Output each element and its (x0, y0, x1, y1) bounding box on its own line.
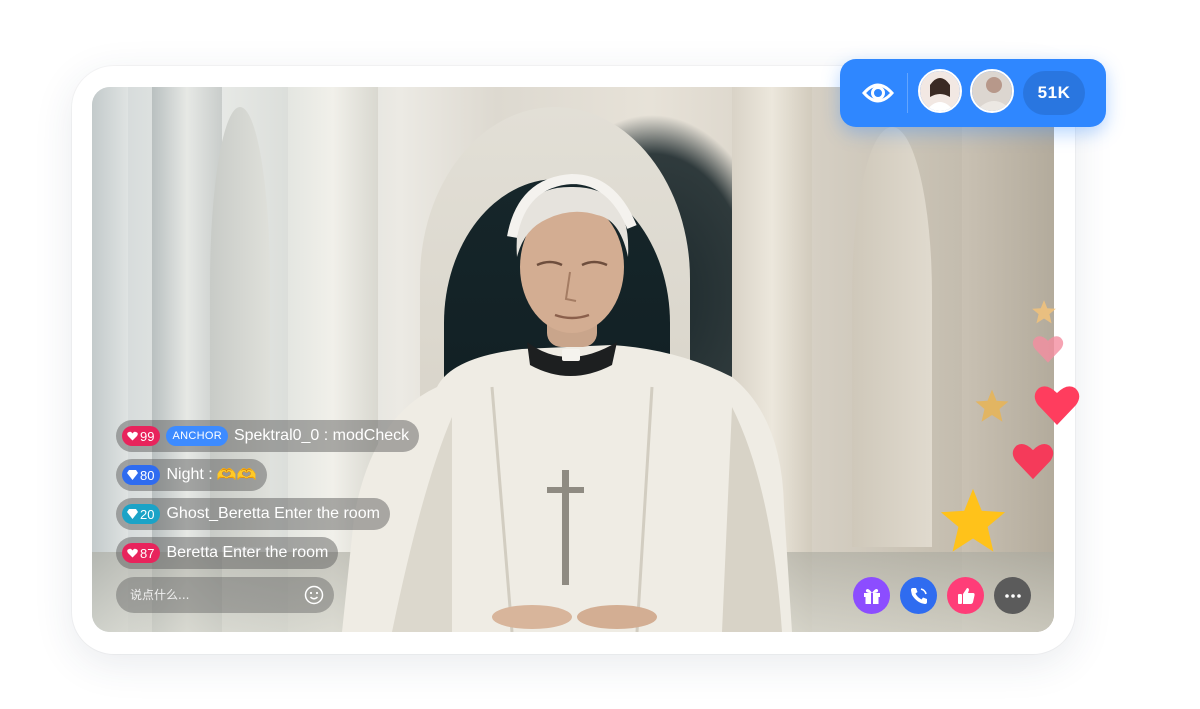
level-badge: 20 (122, 504, 161, 524)
level-value: 80 (140, 467, 155, 483)
level-value: 87 (140, 545, 155, 561)
message-text: Night : (166, 466, 213, 483)
emoji-smile-icon[interactable] (304, 585, 324, 605)
gift-icon (863, 588, 880, 604)
diamond-icon (127, 509, 138, 519)
gift-button[interactable] (853, 577, 890, 614)
diamond-icon (127, 470, 138, 480)
floating-heart-icon (1012, 444, 1054, 480)
call-button[interactable] (900, 577, 937, 614)
chat-message[interactable]: 80 Night : 🫶🫶 (116, 459, 267, 491)
floating-heart-icon (1034, 386, 1080, 425)
comment-input[interactable] (128, 587, 302, 603)
level-value: 20 (140, 506, 155, 522)
heart-icon (127, 548, 138, 558)
heart-icon (127, 431, 138, 441)
phone-call-icon (910, 587, 927, 604)
more-icon (1004, 593, 1021, 598)
thumbs-up-icon (957, 587, 975, 604)
viewer-count-pill[interactable]: 51K (840, 59, 1106, 127)
level-badge: 87 (122, 543, 161, 563)
chat-message[interactable]: 20 Ghost_Beretta Enter the room (116, 498, 390, 530)
pill-divider (907, 73, 908, 113)
anchor-badge: ANCHOR (166, 426, 228, 446)
viewer-avatar[interactable] (918, 69, 962, 113)
viewer-count: 51K (1023, 71, 1085, 115)
message-text: Beretta Enter the room (166, 544, 329, 561)
floating-star-icon (1032, 300, 1056, 324)
message-text: Spektral0_0 : modCheck (233, 427, 410, 444)
floating-star-icon (975, 389, 1009, 422)
more-button[interactable] (994, 577, 1031, 614)
comment-input-box[interactable] (116, 577, 334, 613)
floating-star-icon (940, 488, 1006, 552)
heart-hands-emoji: 🫶🫶 (216, 467, 257, 484)
message-text: Ghost_Beretta Enter the room (166, 505, 380, 522)
eye-icon (862, 78, 894, 108)
floating-heart-icon (1032, 336, 1064, 363)
chat-message[interactable]: 87 Beretta Enter the room (116, 537, 339, 569)
chat-message[interactable]: 99 ANCHOR Spektral0_0 : modCheck (116, 420, 420, 452)
level-value: 99 (140, 428, 155, 444)
viewer-avatar[interactable] (970, 69, 1014, 113)
level-badge: 80 (122, 465, 161, 485)
level-badge: 99 (122, 426, 161, 446)
like-button[interactable] (947, 577, 984, 614)
